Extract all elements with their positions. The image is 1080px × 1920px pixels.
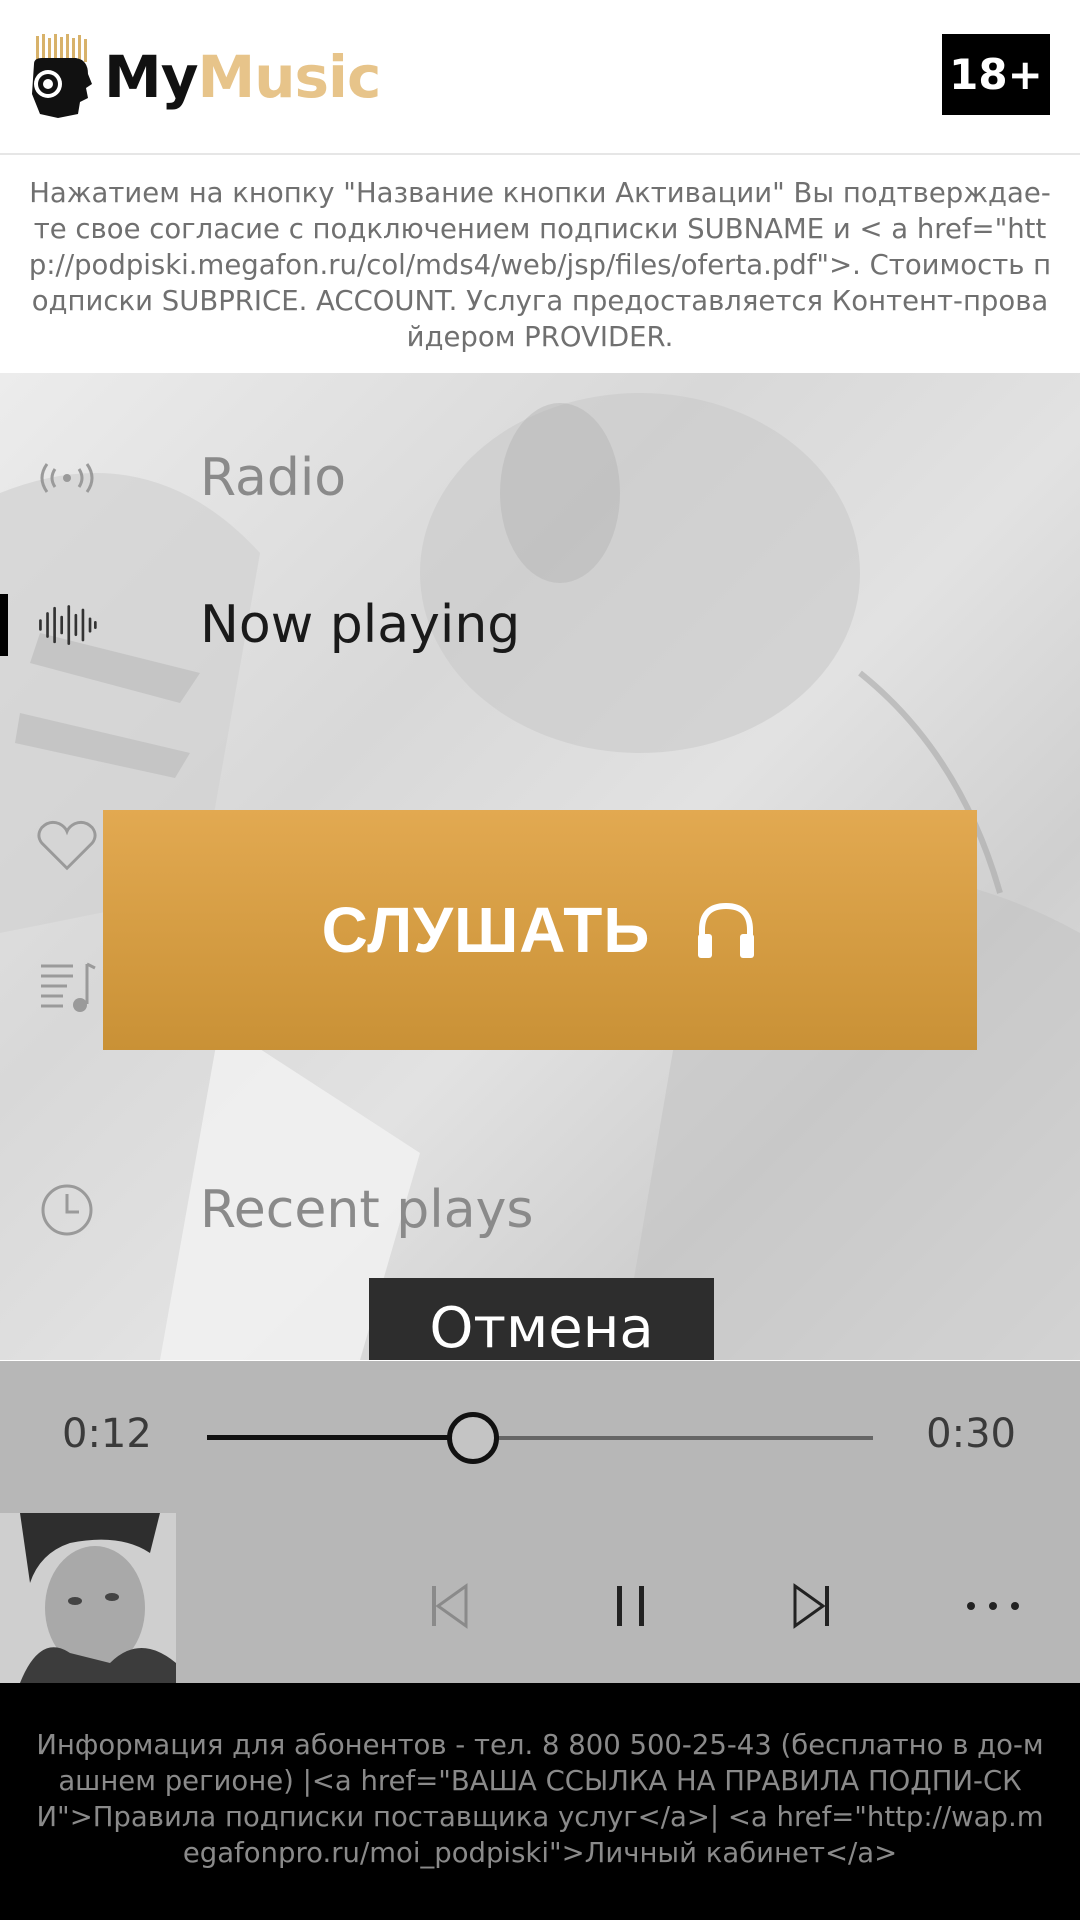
nav-item-now-playing[interactable]: Now playing — [0, 575, 1080, 675]
logo[interactable]: MyMusic — [28, 34, 382, 120]
previous-icon — [432, 1583, 468, 1629]
next-button[interactable] — [776, 1571, 846, 1641]
waveform-icon — [36, 595, 98, 655]
nav-item-recent-plays[interactable]: Recent plays — [0, 1160, 1080, 1260]
main-area: Radio Now playing Recent plays СЛУШАТЬ О… — [0, 373, 1080, 1360]
nav-label-now-playing: Now playing — [200, 595, 521, 655]
previous-button[interactable] — [415, 1571, 485, 1641]
active-indicator — [0, 594, 8, 656]
cancel-button[interactable]: Отмена — [369, 1278, 714, 1360]
pause-button[interactable] — [596, 1571, 666, 1641]
nav-label-recent-plays: Recent plays — [200, 1180, 534, 1240]
subscription-disclaimer: Нажатием на кнопку "Название кнопки Акти… — [0, 157, 1080, 373]
seek-bar-thumb[interactable] — [447, 1412, 500, 1464]
headphones-icon — [698, 902, 755, 958]
logo-music-text: Music — [197, 43, 382, 111]
current-time: 0:12 — [62, 1411, 152, 1457]
pause-icon — [617, 1586, 644, 1626]
seek-bar-progress — [207, 1435, 474, 1440]
playlist-icon — [36, 958, 98, 1018]
more-icon — [967, 1602, 1019, 1610]
heart-icon — [36, 815, 98, 875]
age-rating-badge: 18+ — [942, 34, 1050, 115]
clock-icon — [36, 1180, 98, 1240]
logo-my-text: My — [104, 43, 199, 111]
seek-bar[interactable] — [207, 1412, 873, 1464]
listen-button[interactable]: СЛУШАТЬ — [103, 810, 977, 1050]
total-time: 0:30 — [926, 1411, 1016, 1457]
player-bar: 0:12 0:30 — [0, 1361, 1080, 1683]
subscriber-info-footer: Информация для абонентов - тел. 8 800 50… — [0, 1683, 1080, 1920]
next-icon — [793, 1583, 829, 1629]
logo-headphones-icon — [32, 34, 92, 118]
radio-icon — [36, 448, 98, 508]
more-options-button[interactable] — [958, 1571, 1028, 1641]
album-art[interactable] — [0, 1513, 176, 1683]
header: MyMusic 18+ — [0, 0, 1080, 155]
listen-button-label: СЛУШАТЬ — [321, 894, 651, 966]
album-art-portrait — [0, 1513, 176, 1683]
nav-label-radio: Radio — [200, 448, 347, 508]
nav-item-radio[interactable]: Radio — [0, 428, 1080, 528]
